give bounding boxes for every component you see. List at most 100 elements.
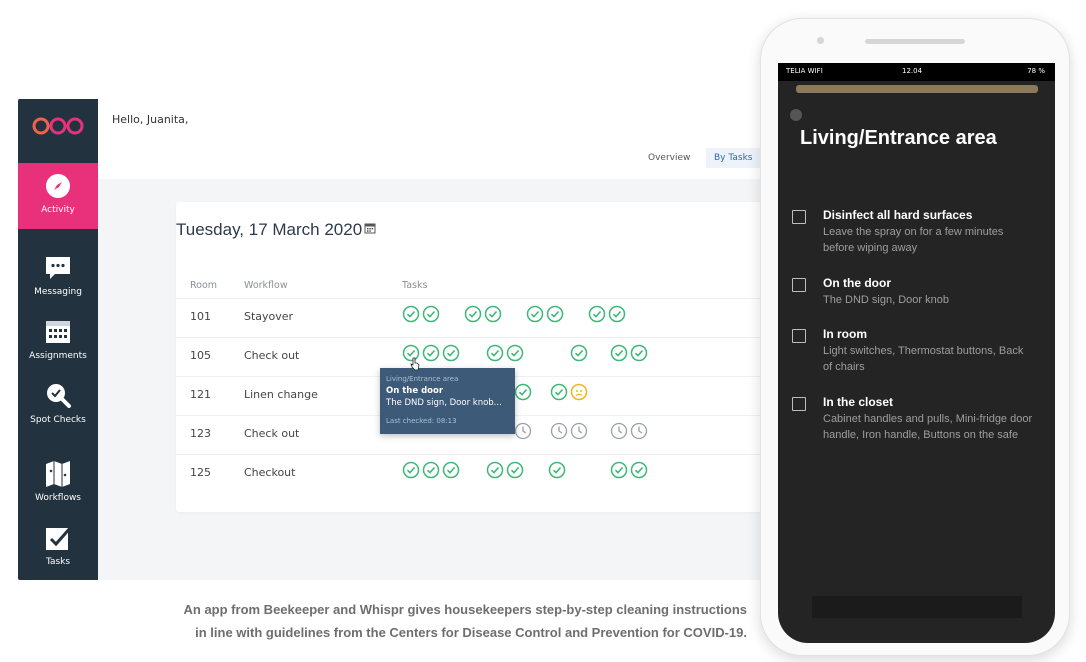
tab-by-tasks[interactable]: By Tasks bbox=[706, 148, 761, 168]
task-tooltip: Living/Entrance area On the door The DND… bbox=[380, 368, 515, 434]
warning-circle-icon[interactable] bbox=[570, 383, 588, 401]
check-circle-icon[interactable] bbox=[588, 305, 606, 323]
check-circle-icon[interactable] bbox=[608, 305, 626, 323]
room-number: 105 bbox=[190, 349, 211, 362]
sidebar-item-label: Tasks bbox=[45, 557, 71, 567]
clock-icon[interactable] bbox=[550, 422, 568, 440]
sidebar-item-activity[interactable]: Activity bbox=[18, 163, 98, 229]
image-caption: An app from Beekeeper and Whispr gives h… bbox=[0, 598, 747, 644]
check-circle-icon[interactable] bbox=[514, 383, 532, 401]
checklist-item-title: On the door bbox=[823, 276, 891, 290]
check-circle-icon[interactable] bbox=[630, 461, 648, 479]
checkbox[interactable] bbox=[792, 397, 806, 411]
check-circle-icon[interactable] bbox=[546, 305, 564, 323]
compass-icon bbox=[46, 174, 70, 198]
check-circle-icon[interactable] bbox=[610, 344, 628, 362]
check-circle-icon[interactable] bbox=[486, 461, 504, 479]
status-bar: TELIA WIFI 12.04 78 % bbox=[778, 63, 1055, 81]
check-circle-icon[interactable] bbox=[630, 344, 648, 362]
sidebar-item-label: Assignments bbox=[29, 351, 87, 361]
header-strip bbox=[796, 85, 1038, 93]
workflow-name: Check out bbox=[244, 349, 300, 362]
room-number: 123 bbox=[190, 427, 211, 440]
chat-icon bbox=[46, 257, 70, 279]
room-number: 121 bbox=[190, 388, 211, 401]
workflow-name: Check out bbox=[244, 427, 300, 440]
topbar: Hello, Juanita, Overview By Tasks bbox=[98, 99, 778, 179]
check-circle-icon[interactable] bbox=[526, 305, 544, 323]
workflow-name: Linen change bbox=[244, 388, 318, 401]
sidebar-item-spot-checks[interactable]: Spot Checks bbox=[18, 373, 98, 439]
check-circle-icon[interactable] bbox=[484, 305, 502, 323]
tab-overview[interactable]: Overview bbox=[648, 153, 690, 163]
desktop-app-screenshot: Activity Messaging Assignments Spot Chec… bbox=[18, 99, 778, 580]
checkbox[interactable] bbox=[792, 329, 806, 343]
check-circle-icon[interactable] bbox=[402, 305, 420, 323]
checklist-item-title: In room bbox=[823, 327, 867, 341]
tooltip-detail: The DND sign, Door knob... bbox=[386, 398, 502, 408]
column-header-room: Room bbox=[190, 280, 218, 291]
sidebar-item-workflows[interactable]: Workflows bbox=[18, 451, 98, 517]
calendar-icon[interactable] bbox=[364, 222, 376, 234]
check-circle-icon[interactable] bbox=[506, 344, 524, 362]
caption-line: in line with guidelines from the Centers… bbox=[195, 625, 747, 640]
tooltip-section: Living/Entrance area bbox=[386, 375, 459, 383]
caption-line: An app from Beekeeper and Whispr gives h… bbox=[183, 602, 747, 617]
date-heading: Tuesday, 17 March 2020 bbox=[176, 220, 363, 239]
checklist-item-desc: Leave the spray on for a few minutes bef… bbox=[823, 226, 1004, 254]
check-circle-icon[interactable] bbox=[486, 344, 504, 362]
checklist-item-desc: The DND sign, Door knob bbox=[823, 294, 949, 306]
check-circle-icon[interactable] bbox=[464, 305, 482, 323]
battery-label: 78 % bbox=[1027, 67, 1045, 75]
check-circle-icon[interactable] bbox=[550, 383, 568, 401]
close-icon[interactable] bbox=[790, 109, 802, 121]
calendar-icon bbox=[46, 321, 70, 343]
app-logo bbox=[32, 117, 84, 135]
check-circle-icon[interactable] bbox=[402, 461, 420, 479]
sidebar-item-messaging[interactable]: Messaging bbox=[18, 245, 98, 311]
checklist-item-desc: Light switches, Thermostat buttons, Back… bbox=[823, 345, 1024, 373]
map-icon bbox=[46, 461, 70, 487]
clock-label: 12.04 bbox=[902, 67, 923, 75]
check-circle-icon[interactable] bbox=[548, 461, 566, 479]
check-circle-icon[interactable] bbox=[610, 461, 628, 479]
checkbox-icon bbox=[46, 526, 73, 550]
checkbox[interactable] bbox=[792, 278, 806, 292]
checkbox[interactable] bbox=[792, 210, 806, 224]
phone-speaker bbox=[865, 39, 965, 44]
sidebar-item-label: Workflows bbox=[34, 493, 81, 503]
carrier-label: TELIA WIFI bbox=[786, 67, 823, 75]
tooltip-timestamp: Last checked: 08:13 bbox=[386, 417, 457, 425]
check-circle-icon[interactable] bbox=[442, 461, 460, 479]
hand-cursor-icon bbox=[410, 357, 420, 371]
table-row[interactable]: 101 Stayover bbox=[176, 298, 776, 337]
check-circle-icon[interactable] bbox=[422, 305, 440, 323]
clock-icon[interactable] bbox=[630, 422, 648, 440]
phone-camera bbox=[817, 37, 824, 44]
sidebar-item-label: Spot Checks bbox=[30, 415, 86, 425]
sidebar-item-tasks[interactable]: Tasks bbox=[18, 515, 98, 580]
check-circle-icon[interactable] bbox=[442, 344, 460, 362]
clock-icon[interactable] bbox=[570, 422, 588, 440]
check-circle-icon[interactable] bbox=[570, 344, 588, 362]
table-row[interactable]: 125 Checkout bbox=[176, 454, 776, 493]
check-circle-icon[interactable] bbox=[506, 461, 524, 479]
column-header-tasks: Tasks bbox=[402, 280, 428, 291]
sidebar-item-label: Messaging bbox=[34, 287, 82, 297]
checklist-item-desc: Cabinet handles and pulls, Mini-fridge d… bbox=[823, 413, 1033, 441]
clock-icon[interactable] bbox=[514, 422, 532, 440]
tasks-card: Tuesday, 17 March 2020 Room Workflow Tas… bbox=[176, 202, 776, 512]
checklist-item-title: Disinfect all hard surfaces bbox=[823, 208, 973, 222]
check-circle-icon[interactable] bbox=[422, 344, 440, 362]
sidebar-item-assignments[interactable]: Assignments bbox=[18, 309, 98, 375]
phone-mockup: TELIA WIFI 12.04 78 % Living/Entrance ar… bbox=[760, 18, 1070, 656]
workflow-name: Checkout bbox=[244, 466, 296, 479]
room-number: 125 bbox=[190, 466, 211, 479]
room-number: 101 bbox=[190, 310, 211, 323]
search-check-icon bbox=[47, 384, 71, 408]
check-circle-icon[interactable] bbox=[422, 461, 440, 479]
tooltip-title: On the door bbox=[386, 386, 444, 396]
clock-icon[interactable] bbox=[610, 422, 628, 440]
checklist-item-title: In the closet bbox=[823, 395, 894, 409]
sidebar: Activity Messaging Assignments Spot Chec… bbox=[18, 99, 98, 580]
